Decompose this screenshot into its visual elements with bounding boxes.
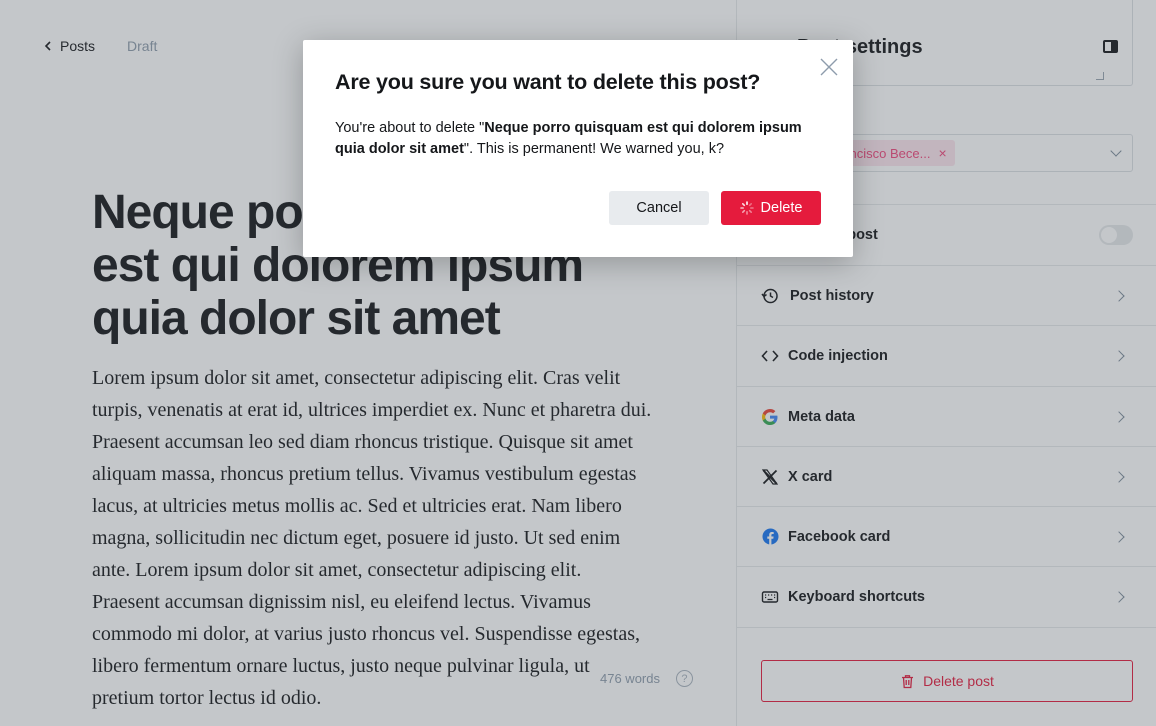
modal-message-prefix: You're about to delete " — [335, 120, 485, 136]
cancel-button[interactable]: Cancel — [609, 191, 709, 225]
modal-message-suffix: ". This is permanent! We warned you, k? — [463, 141, 725, 157]
modal-message: You're about to delete "Neque porro quis… — [335, 118, 825, 160]
confirm-delete-button[interactable]: Delete — [721, 191, 821, 225]
modal-title: Are you sure you want to delete this pos… — [335, 70, 761, 94]
delete-confirmation-modal: Are you sure you want to delete this pos… — [303, 40, 853, 257]
close-icon[interactable] — [818, 56, 840, 78]
spinner-icon — [739, 201, 754, 215]
delete-label: Delete — [760, 200, 803, 216]
